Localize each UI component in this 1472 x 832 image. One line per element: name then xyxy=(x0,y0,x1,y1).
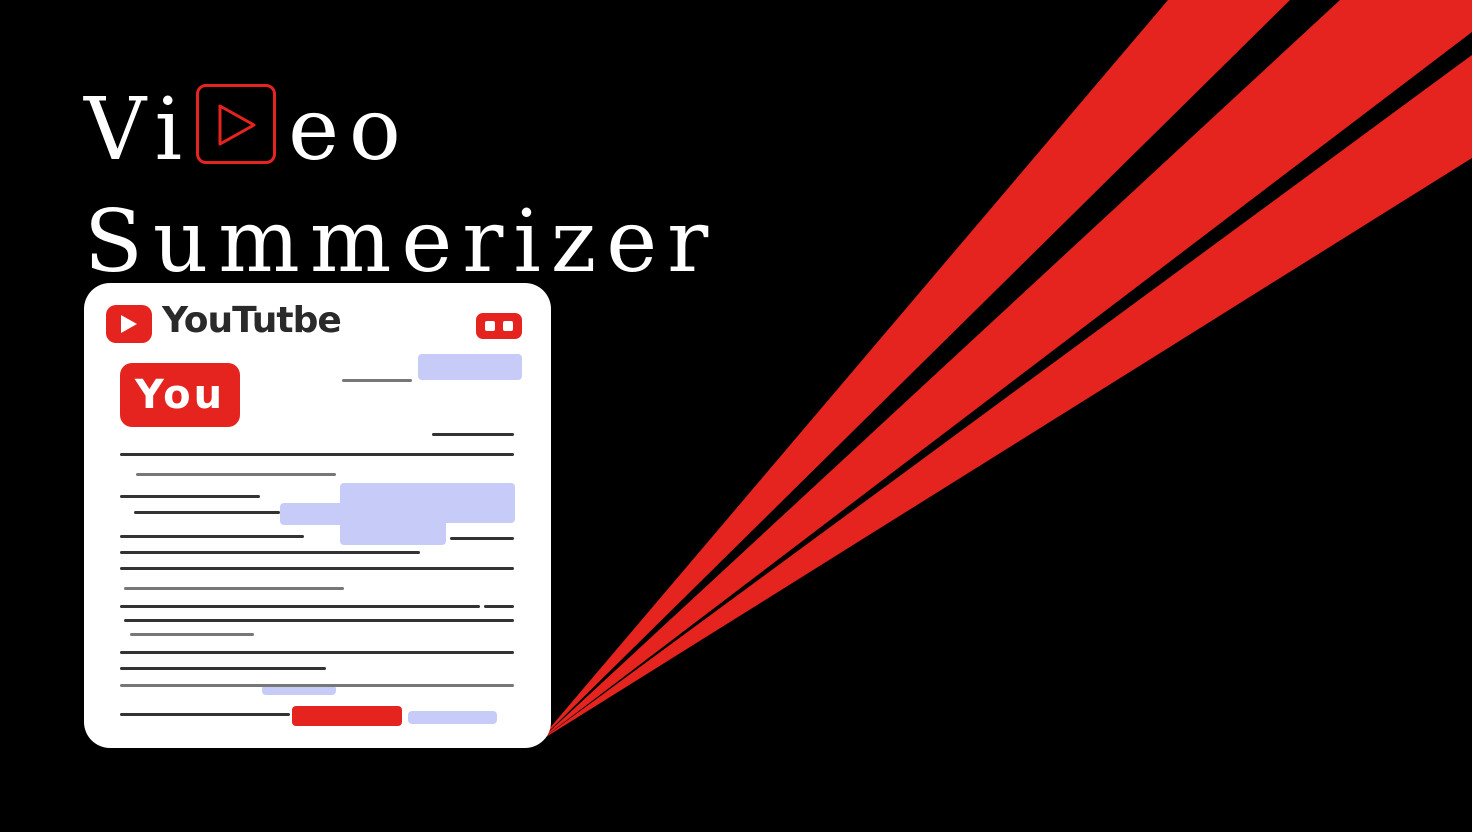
text-line xyxy=(120,567,514,570)
highlight-block xyxy=(340,519,446,545)
title-line-2: Summerizer xyxy=(84,192,719,292)
title-text-start: Vi xyxy=(84,80,193,180)
highlight-block xyxy=(418,354,522,380)
title-line-1: Vi eo xyxy=(84,80,411,180)
highlight-block xyxy=(340,483,515,523)
text-line xyxy=(342,379,412,382)
text-line xyxy=(450,537,514,540)
text-line xyxy=(120,495,260,498)
text-line xyxy=(484,605,514,608)
red-ray xyxy=(538,55,1472,742)
text-line xyxy=(432,433,514,436)
text-line xyxy=(120,551,420,554)
text-line xyxy=(134,511,280,514)
text-line xyxy=(120,713,290,716)
menu-icon[interactable] xyxy=(476,313,522,339)
text-line xyxy=(120,535,304,538)
text-line xyxy=(120,667,326,670)
highlight-block xyxy=(408,711,497,724)
you-badge: You xyxy=(120,363,240,427)
title-text-end: eo xyxy=(288,80,411,180)
red-ray xyxy=(538,0,1472,742)
red-ray xyxy=(538,0,1290,742)
play-icon xyxy=(196,84,277,164)
brand-label: YouTutbe xyxy=(162,300,342,341)
text-line xyxy=(120,453,514,456)
text-line xyxy=(136,473,336,476)
text-line xyxy=(124,587,344,590)
youtube-logo-icon xyxy=(106,305,152,343)
text-line xyxy=(124,619,514,622)
text-line xyxy=(120,651,514,654)
text-line xyxy=(120,684,514,687)
red-highlight-bar xyxy=(292,706,402,726)
summary-card: YouTutbe You xyxy=(84,283,551,748)
text-line xyxy=(120,605,480,608)
text-line xyxy=(130,633,254,636)
